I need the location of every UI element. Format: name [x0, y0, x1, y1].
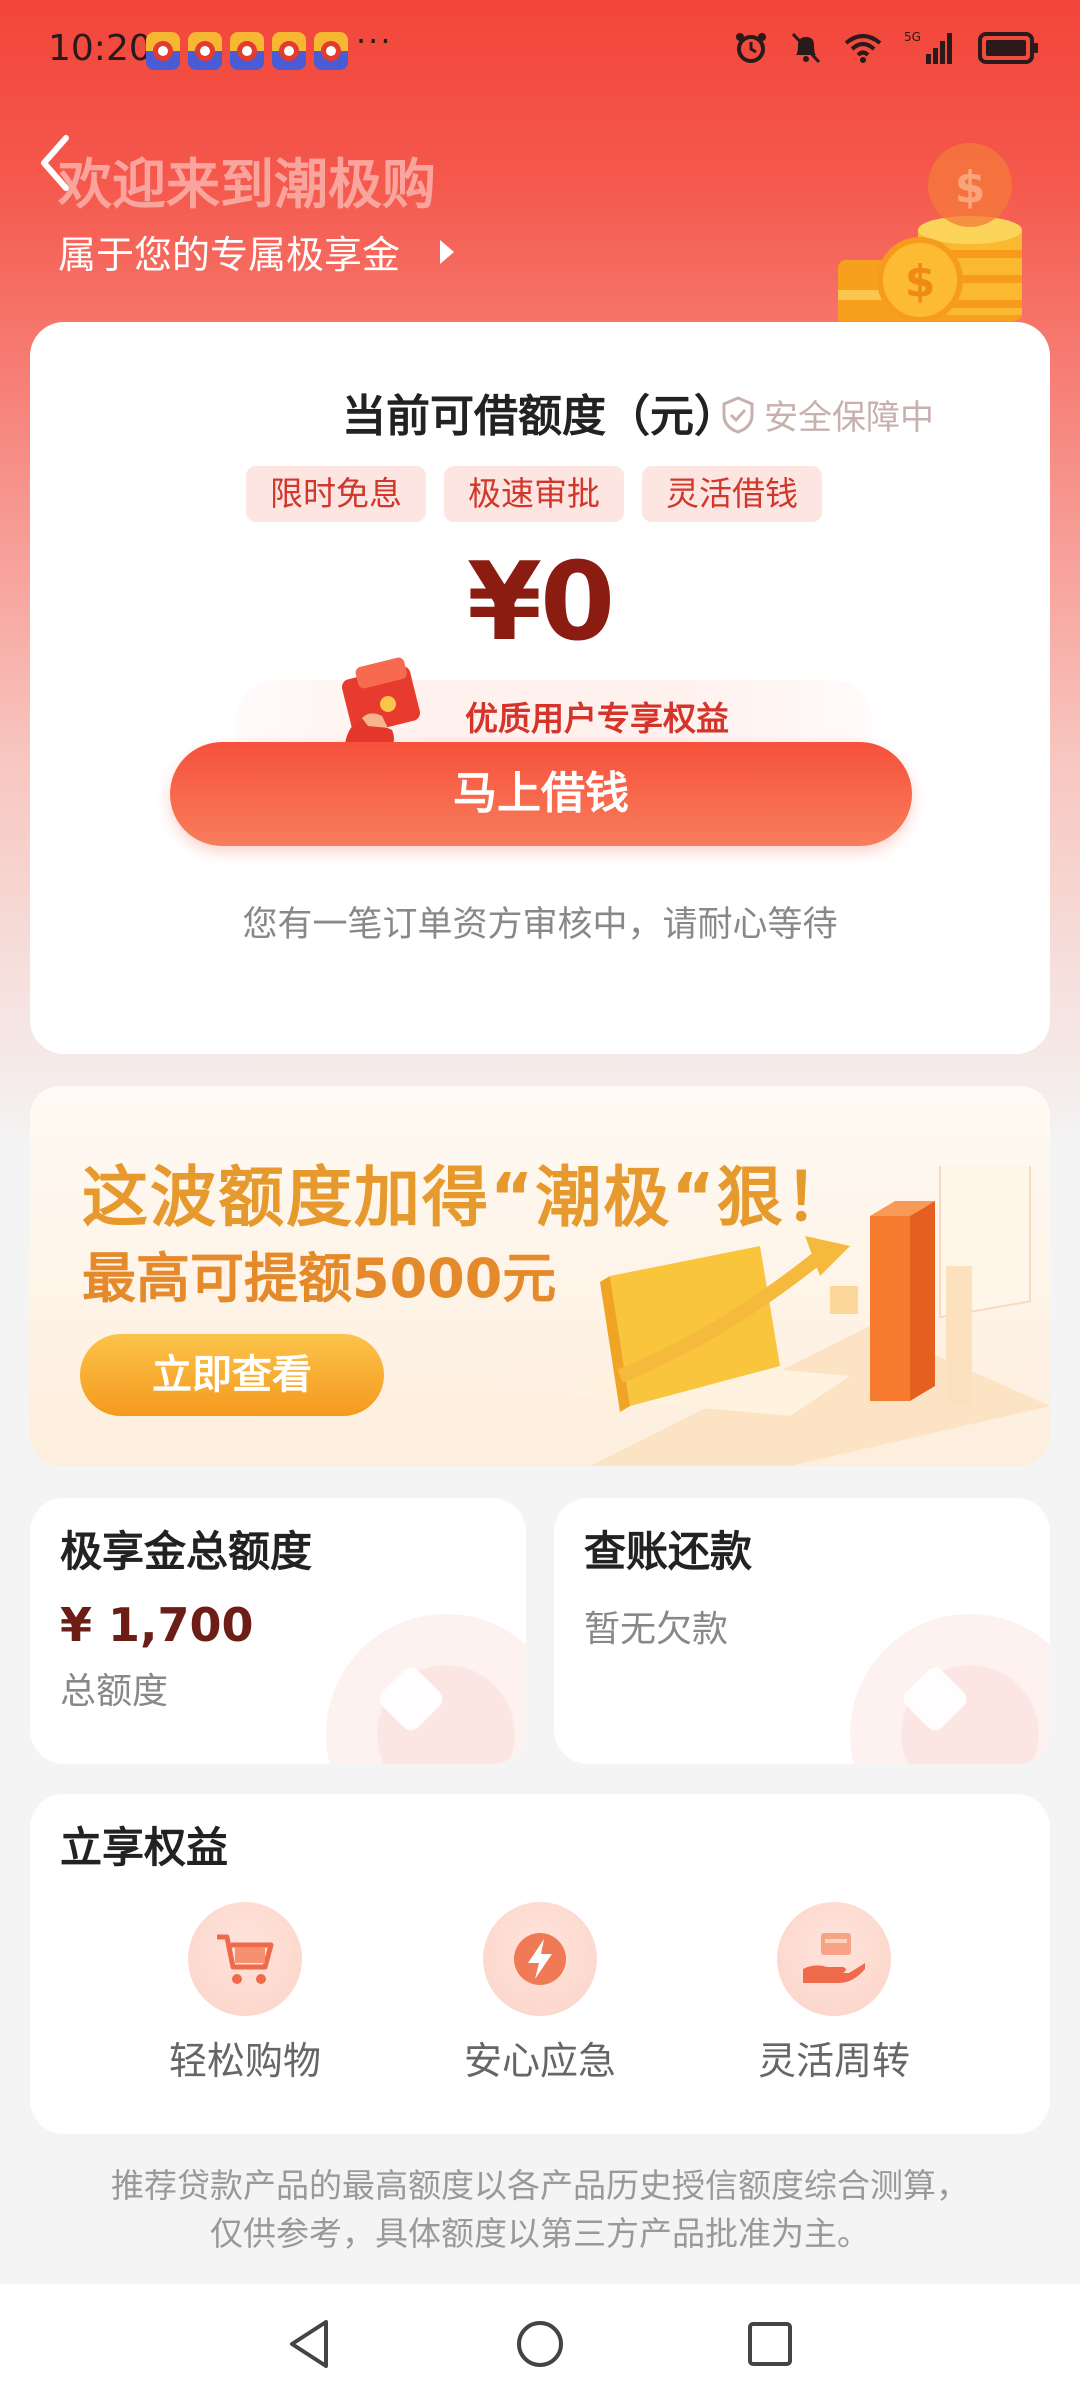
weibo-notification-icon — [230, 32, 264, 70]
lightning-icon — [483, 1902, 597, 2016]
weibo-notification-icon — [314, 32, 348, 70]
network-type: 5G — [904, 30, 921, 44]
weibo-notification-icon — [188, 32, 222, 70]
wifi-icon — [844, 34, 882, 63]
cart-icon — [188, 1902, 302, 2016]
shield-check-icon — [722, 395, 754, 434]
page-subtitle: 属于您的专属极享金 — [58, 233, 401, 277]
battery-icon — [978, 32, 1038, 64]
status-bar: 10:20 ··· 5G — [0, 0, 1080, 104]
borrow-now-button[interactable]: 马上借钱 — [170, 742, 912, 846]
nav-back-icon[interactable] — [280, 2314, 340, 2374]
safety-badge: 安全保障中 — [720, 390, 934, 439]
status-time: 10:20 — [48, 28, 152, 69]
tag-interest-free: 限时免息 — [246, 466, 426, 522]
available-amount: ¥0 — [466, 540, 615, 665]
repayment-card[interactable]: 查账还款 暂无欠款 — [554, 1498, 1050, 1764]
hand-coin-icon — [777, 1902, 891, 2016]
growth-chart-illustration — [570, 1166, 1050, 1466]
benefit-easy-shopping[interactable]: 轻松购物 — [135, 1902, 355, 2085]
svg-text:$: $ — [955, 162, 986, 213]
weibo-notification-icon — [272, 32, 306, 70]
mute-icon — [791, 32, 821, 64]
svg-text:$: $ — [905, 256, 936, 307]
order-status-note: 您有一笔订单资方审核中，请耐心等待 — [242, 905, 838, 945]
card-decoration — [326, 1614, 526, 1764]
disclaimer-line-2: 仅供参考，具体额度以第三方产品批准为主。 — [210, 2214, 870, 2253]
system-icons: 5G — [734, 30, 1040, 66]
red-envelope-icon — [341, 657, 421, 752]
credit-card: 当前可借额度（元） 安全保障中 限时免息 极速审批 灵活借钱 ¥0 优质用户专享… — [30, 322, 1050, 1054]
system-nav-bar — [0, 2284, 1080, 2400]
total-credit-label: 总额度 — [60, 1671, 169, 1712]
banner-subtitle: 最高可提额5000元 — [82, 1247, 557, 1310]
disclaimer: 推荐贷款产品的最高额度以各产品历史授信额度综合测算， 仅供参考，具体额度以第三方… — [0, 2162, 1080, 2258]
view-now-button[interactable]: 立即查看 — [80, 1334, 384, 1416]
subtitle-arrow-icon — [440, 240, 454, 264]
benefit-text: 优质用户专享权益 — [465, 699, 729, 738]
nav-recents-icon[interactable] — [740, 2314, 800, 2374]
notification-icons — [146, 32, 348, 70]
benefits-title: 立享权益 — [60, 1823, 229, 1872]
benefit-label: 安心应急 — [463, 2039, 616, 2083]
alarm-icon — [736, 33, 766, 63]
signal-icon: 5G — [904, 30, 952, 64]
feature-tags: 限时免息 极速审批 灵活借钱 — [246, 466, 822, 522]
card-decoration — [850, 1614, 1050, 1764]
repayment-title: 查账还款 — [584, 1527, 753, 1576]
repayment-status: 暂无欠款 — [584, 1609, 729, 1650]
weibo-notification-icon — [146, 32, 180, 70]
safety-text: 安全保障中 — [764, 398, 934, 438]
promo-banner[interactable]: 这波额度加得“潮极“狠！ 最高可提额5000元 立即查看 — [30, 1086, 1050, 1466]
benefits-card: 立享权益 轻松购物 安心应急 灵活周转 — [30, 1794, 1050, 2134]
gold-coins-icon: $ $ — [838, 143, 1022, 325]
tag-fast-approval: 极速审批 — [444, 466, 624, 522]
tag-flexible-borrow: 灵活借钱 — [642, 466, 822, 522]
more-notifications-icon: ··· — [356, 22, 393, 60]
benefit-emergency[interactable]: 安心应急 — [430, 1902, 650, 2085]
page-title: 欢迎来到潮极购 — [58, 153, 436, 216]
total-credit-title: 极享金总额度 — [60, 1527, 313, 1576]
total-credit-amount: ¥ 1,700 — [60, 1598, 254, 1652]
nav-home-icon[interactable] — [510, 2314, 570, 2374]
benefit-flexible-turnover[interactable]: 灵活周转 — [724, 1902, 944, 2085]
benefit-label: 灵活周转 — [757, 2039, 910, 2083]
disclaimer-line-1: 推荐贷款产品的最高额度以各产品历史授信额度综合测算， — [111, 2166, 969, 2205]
total-credit-card[interactable]: 极享金总额度 ¥ 1,700 总额度 — [30, 1498, 526, 1764]
benefit-label: 轻松购物 — [168, 2039, 321, 2083]
